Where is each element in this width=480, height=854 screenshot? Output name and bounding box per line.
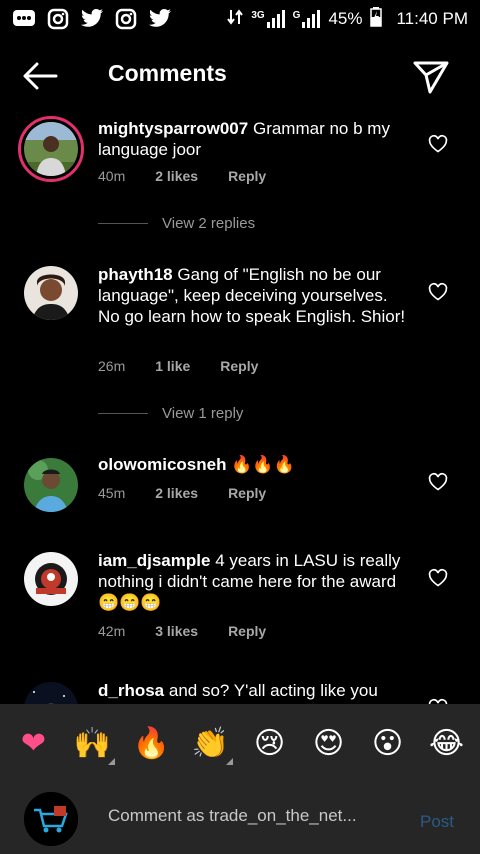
fire-emoji-button[interactable]: 🔥 bbox=[128, 726, 176, 761]
comment-meta: 42m 3 likes Reply bbox=[98, 623, 296, 639]
page-title: Comments bbox=[108, 60, 227, 86]
reply-button[interactable]: Reply bbox=[228, 168, 266, 184]
raised-hands-emoji: 🙌 bbox=[73, 725, 112, 761]
comment-content: and so? Y'all acting like you bbox=[168, 681, 378, 700]
avatar[interactable] bbox=[18, 116, 84, 182]
twitter-icon bbox=[148, 7, 172, 31]
like-heart-icon[interactable] bbox=[428, 568, 448, 588]
skin-tone-indicator-icon bbox=[107, 757, 115, 765]
reply-button[interactable]: Reply bbox=[228, 485, 266, 501]
like-heart-icon[interactable] bbox=[428, 472, 448, 492]
battery-percent: 45% bbox=[328, 9, 363, 28]
like-heart-icon[interactable] bbox=[428, 282, 448, 302]
comment-meta: 26m 1 like Reply bbox=[98, 358, 288, 374]
crying-face-emoji-button[interactable]: 😢 bbox=[246, 726, 294, 761]
header: Comments bbox=[0, 38, 480, 116]
heart-emoji-button[interactable]: ❤ bbox=[10, 726, 58, 761]
back-button[interactable] bbox=[22, 62, 62, 94]
comment-time: 45m bbox=[98, 485, 126, 501]
comment-username[interactable]: mightysparrow007 bbox=[98, 119, 248, 138]
comment-username[interactable]: d_rhosa bbox=[98, 681, 164, 700]
view-replies-button[interactable]: View 2 replies bbox=[98, 215, 255, 232]
clock: 11:40 PM bbox=[396, 9, 468, 28]
comment-text: mightysparrow007 Grammar no b my languag… bbox=[98, 118, 408, 160]
comment-input[interactable] bbox=[108, 806, 398, 826]
instagram-icon bbox=[114, 7, 138, 31]
view-replies-button[interactable]: View 1 reply bbox=[98, 405, 243, 422]
comment-likes[interactable]: 3 likes bbox=[155, 623, 198, 639]
astonished-face-emoji-button[interactable]: 😮 bbox=[364, 726, 412, 761]
avatar[interactable] bbox=[24, 458, 78, 512]
comment-username[interactable]: olowomicosneh bbox=[98, 455, 226, 474]
twitter-icon bbox=[80, 7, 104, 31]
signal-icon: 3G bbox=[251, 10, 285, 28]
raised-hands-emoji-button[interactable]: 🙌 bbox=[69, 725, 117, 765]
emoji-quick-bar: ❤ 🙌 🔥 👏 😢 😍 😮 😂 bbox=[0, 704, 480, 782]
comment-composer: Post bbox=[0, 782, 480, 854]
like-heart-icon[interactable] bbox=[428, 134, 448, 154]
comment-meta: 45m 2 likes Reply bbox=[98, 485, 296, 501]
comment-time: 26m bbox=[98, 358, 126, 374]
heart-eyes-emoji-button[interactable]: 😍 bbox=[305, 726, 353, 761]
post-button[interactable]: Post bbox=[420, 812, 454, 832]
comment-time: 40m bbox=[98, 168, 126, 184]
comment-text: iam_djsample 4 years in LASU is really n… bbox=[98, 550, 408, 613]
comment-text: phayth18 Gang of "English no be our lang… bbox=[98, 264, 408, 327]
comment-text: d_rhosa and so? Y'all acting like you bbox=[98, 680, 408, 701]
instagram-icon bbox=[46, 7, 70, 31]
avatar[interactable] bbox=[24, 552, 78, 606]
comments-list[interactable]: mightysparrow007 Grammar no b my languag… bbox=[0, 112, 480, 704]
skin-tone-indicator-icon bbox=[225, 757, 233, 765]
back-arrow-icon bbox=[23, 62, 58, 90]
reply-button[interactable]: Reply bbox=[228, 623, 266, 639]
comment-text: olowomicosneh 🔥🔥🔥 bbox=[98, 454, 408, 476]
data-transfer-icon bbox=[227, 8, 244, 31]
network-type: 3G bbox=[251, 10, 265, 21]
avatar[interactable] bbox=[24, 266, 78, 320]
comment-time: 42m bbox=[98, 623, 126, 639]
clapping-hands-emoji: 👏 bbox=[191, 725, 230, 761]
clapping-hands-emoji-button[interactable]: 👏 bbox=[187, 725, 235, 765]
view-replies-label: View 2 replies bbox=[162, 215, 256, 232]
battery-icon bbox=[370, 6, 383, 32]
comment-username[interactable]: phayth18 bbox=[98, 265, 173, 284]
comment-likes[interactable]: 2 likes bbox=[155, 168, 198, 184]
messaging-icon bbox=[12, 7, 36, 31]
comment-meta: 40m 2 likes Reply bbox=[98, 168, 296, 184]
comment-content: 🔥🔥🔥 bbox=[231, 455, 295, 475]
signal-icon: G bbox=[293, 10, 321, 28]
current-user-avatar bbox=[24, 792, 78, 846]
view-replies-label: View 1 reply bbox=[162, 405, 244, 422]
send-icon bbox=[413, 61, 449, 94]
reply-button[interactable]: Reply bbox=[220, 358, 258, 374]
comment-username[interactable]: iam_djsample bbox=[98, 551, 210, 570]
avatar[interactable] bbox=[24, 682, 78, 704]
share-button[interactable] bbox=[412, 58, 452, 98]
status-bar: 3G G 45% 11:40 PM bbox=[0, 0, 480, 38]
comment-likes[interactable]: 2 likes bbox=[155, 485, 198, 501]
laughing-face-emoji-button[interactable]: 😂 bbox=[423, 726, 471, 761]
comment-likes[interactable]: 1 like bbox=[155, 358, 190, 374]
